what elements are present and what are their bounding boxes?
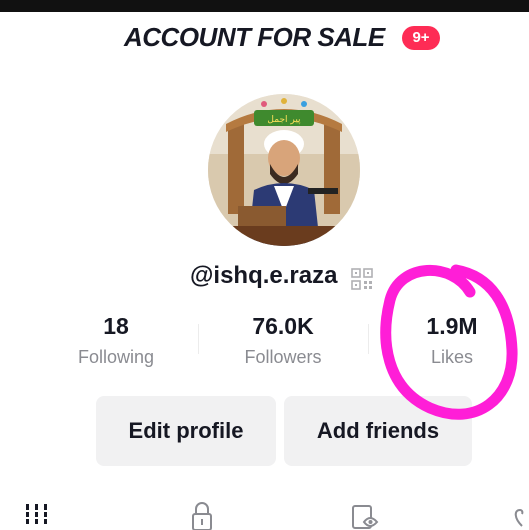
profile-tabs: [0, 492, 529, 530]
page-title: ACCOUNT FOR SALE: [124, 22, 385, 52]
profile-stats: 18 Following 76.0K Followers 1.9M Likes: [0, 310, 529, 380]
heart-icon[interactable]: [512, 500, 529, 530]
likes-count: 1.9M: [426, 313, 478, 339]
notification-badge[interactable]: 9+: [402, 26, 440, 50]
following-label: Following: [77, 347, 155, 367]
likes-label: Likes: [430, 347, 474, 367]
stat-divider: [368, 324, 369, 354]
stat-likes[interactable]: 1.9M Likes: [382, 310, 522, 372]
add-friends-button[interactable]: Add friends: [284, 396, 472, 466]
tagged-icon[interactable]: [350, 500, 380, 530]
followers-label: Followers: [244, 347, 322, 367]
stat-following[interactable]: 18 Following: [46, 310, 186, 372]
stat-followers[interactable]: 76.0K Followers: [213, 310, 353, 372]
edit-profile-button[interactable]: Edit profile: [96, 396, 276, 466]
followers-count: 76.0K: [252, 313, 314, 339]
avatar-photo: پیر اجمل: [208, 94, 360, 246]
grid-icon[interactable]: [24, 500, 50, 524]
header: ACCOUNT FOR SALE 9+: [0, 18, 529, 58]
username-row: @ishq.e.raza: [0, 258, 529, 294]
avatar-banner-text: پیر اجمل: [267, 115, 301, 125]
username: @ishq.e.raza: [190, 262, 338, 289]
following-count: 18: [103, 313, 129, 339]
stat-divider: [198, 324, 199, 354]
avatar[interactable]: پیر اجمل: [208, 94, 360, 246]
qr-code-icon[interactable]: [351, 268, 373, 290]
status-bar: [0, 0, 529, 12]
lock-icon[interactable]: [190, 500, 214, 530]
